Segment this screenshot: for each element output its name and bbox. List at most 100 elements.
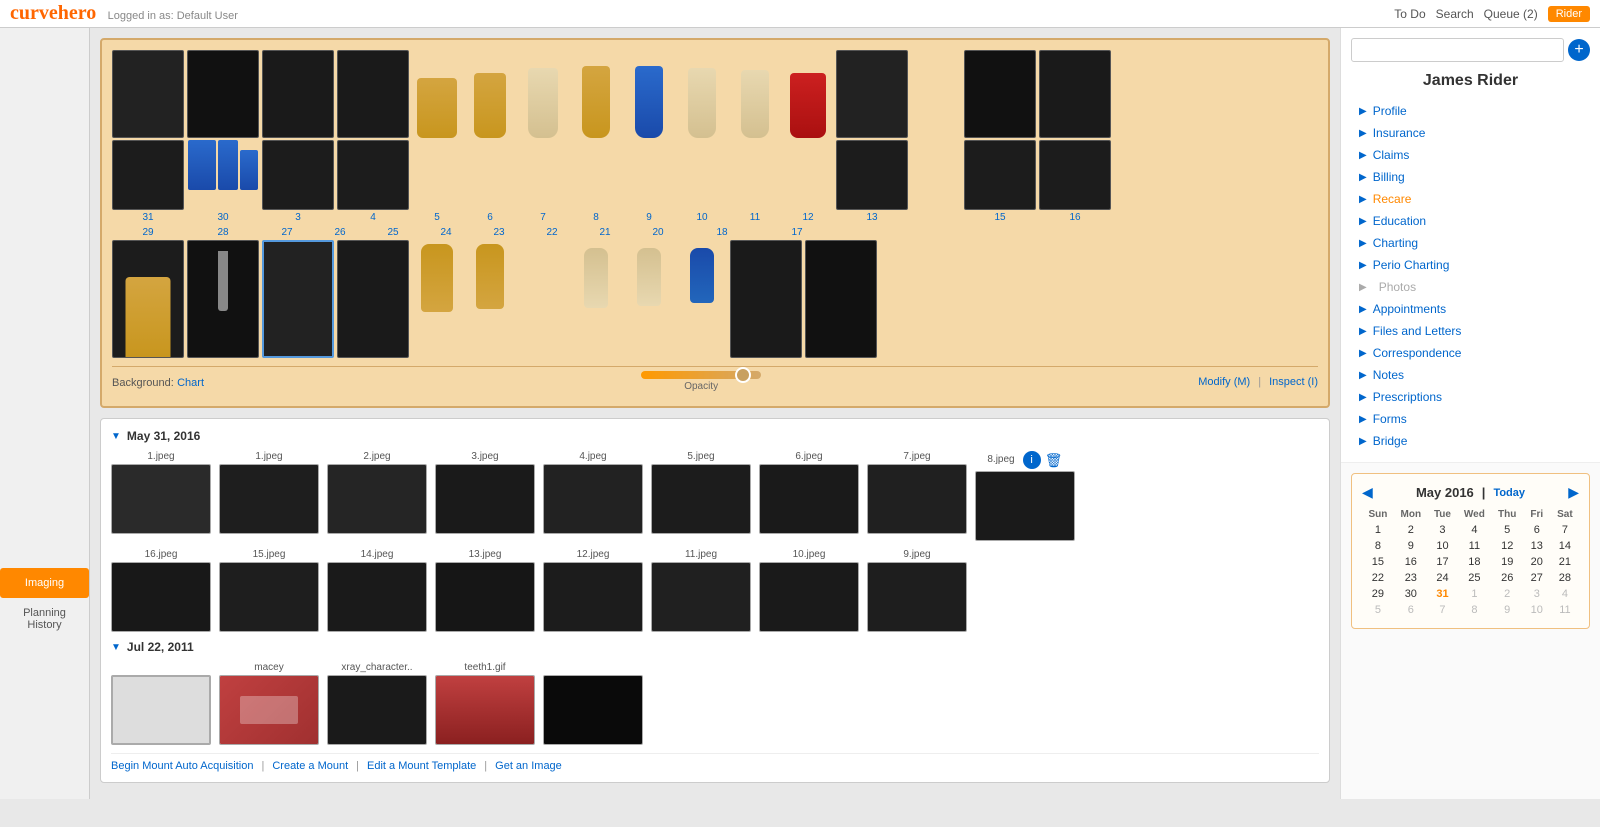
edit-mount-template-link[interactable]: Edit a Mount Template — [367, 760, 476, 772]
calendar-day[interactable]: 5 — [1362, 602, 1394, 618]
calendar-day[interactable]: 3 — [1428, 522, 1457, 538]
calendar-day[interactable]: 3 — [1523, 586, 1551, 602]
calendar-day[interactable]: 20 — [1523, 554, 1551, 570]
calendar-day[interactable]: 8 — [1362, 538, 1394, 554]
gallery-thumb[interactable] — [435, 562, 535, 632]
xray-bottom-3[interactable] — [262, 240, 334, 358]
calendar-day[interactable]: 1 — [1457, 586, 1492, 602]
gallery-thumb[interactable] — [435, 675, 535, 745]
recare-link[interactable]: Recare — [1373, 192, 1412, 206]
charting-link[interactable]: Charting — [1373, 236, 1418, 250]
xray-bottom-r2[interactable] — [805, 240, 877, 358]
xray-cell-lower-r2[interactable] — [964, 140, 1036, 210]
background-value[interactable]: Chart — [177, 377, 204, 389]
calendar-day[interactable]: 10 — [1523, 602, 1551, 618]
nav-perio-charting[interactable]: ▶Perio Charting — [1351, 254, 1590, 276]
collapse-triangle-may2016[interactable]: ▼ — [111, 431, 121, 442]
calendar-day[interactable]: 22 — [1362, 570, 1394, 586]
nav-files-letters[interactable]: ▶Files and Letters — [1351, 320, 1590, 342]
gallery-thumb[interactable] — [759, 464, 859, 534]
xray-cell-16[interactable] — [1039, 50, 1111, 138]
gallery-thumb[interactable] — [219, 562, 319, 632]
nav-bridge[interactable]: ▶Bridge — [1351, 430, 1590, 452]
search-link[interactable]: Search — [1436, 7, 1474, 21]
gallery-thumb[interactable] — [327, 675, 427, 745]
calendar-day[interactable]: 1 — [1362, 522, 1394, 538]
gallery-thumb[interactable] — [111, 675, 211, 745]
prescriptions-link[interactable]: Prescriptions — [1373, 390, 1442, 404]
imaging-tab[interactable]: Imaging — [0, 568, 89, 598]
info-icon[interactable]: i — [1023, 451, 1041, 469]
gallery-thumb[interactable] — [219, 675, 319, 745]
gallery-thumb[interactable] — [759, 562, 859, 632]
claims-link[interactable]: Claims — [1373, 148, 1410, 162]
calendar-day[interactable]: 4 — [1457, 522, 1492, 538]
nav-charting[interactable]: ▶Charting — [1351, 232, 1590, 254]
calendar-day[interactable]: 28 — [1551, 570, 1579, 586]
inspect-button[interactable]: Inspect (I) — [1269, 376, 1318, 388]
search-input[interactable] — [1351, 38, 1564, 62]
calendar-day[interactable]: 11 — [1457, 538, 1492, 554]
nav-prescriptions[interactable]: ▶Prescriptions — [1351, 386, 1590, 408]
calendar-day[interactable]: 15 — [1362, 554, 1394, 570]
gallery-thumb[interactable] — [219, 464, 319, 534]
calendar-day[interactable]: 16 — [1394, 554, 1428, 570]
xray-cell-lower-r1[interactable] — [836, 140, 908, 210]
gallery-thumb[interactable] — [111, 562, 211, 632]
gallery-thumb[interactable] — [651, 562, 751, 632]
begin-mount-link[interactable]: Begin Mount Auto Acquisition — [111, 760, 253, 772]
xray-bottom-1[interactable] — [112, 240, 184, 358]
gallery-thumb[interactable] — [543, 562, 643, 632]
insurance-link[interactable]: Insurance — [1373, 126, 1426, 140]
calendar-day[interactable]: 12 — [1492, 538, 1523, 554]
modify-button[interactable]: Modify (M) — [1198, 376, 1250, 388]
calendar-day[interactable]: 29 — [1362, 586, 1394, 602]
calendar-day[interactable]: 13 — [1523, 538, 1551, 554]
xray-cell-lower-4[interactable] — [337, 140, 409, 210]
xray-cell-4[interactable] — [337, 50, 409, 138]
profile-link[interactable]: Profile — [1373, 104, 1407, 118]
calendar-day[interactable]: 23 — [1394, 570, 1428, 586]
xray-cell-lower-3[interactable] — [262, 140, 334, 210]
gallery-thumb[interactable] — [867, 562, 967, 632]
nav-education[interactable]: ▶Education — [1351, 210, 1590, 232]
calendar-day[interactable]: 21 — [1551, 554, 1579, 570]
calendar-day[interactable]: 25 — [1457, 570, 1492, 586]
calendar-day[interactable]: 24 — [1428, 570, 1457, 586]
calendar-day[interactable]: 7 — [1428, 602, 1457, 618]
opacity-slider[interactable] — [641, 371, 761, 379]
xray-cell-3[interactable] — [262, 50, 334, 138]
calendar-day[interactable]: 17 — [1428, 554, 1457, 570]
planning-history-tab[interactable]: Planning History — [0, 598, 89, 640]
nav-billing[interactable]: ▶Billing — [1351, 166, 1590, 188]
correspondence-link[interactable]: Correspondence — [1373, 346, 1462, 360]
nav-appointments[interactable]: ▶Appointments — [1351, 298, 1590, 320]
nav-profile[interactable]: ▶Profile — [1351, 100, 1590, 122]
calendar-day[interactable]: 2 — [1394, 522, 1428, 538]
gallery-thumb[interactable] — [543, 675, 643, 745]
appointments-link[interactable]: Appointments — [1373, 302, 1446, 316]
calendar-day[interactable]: 6 — [1394, 602, 1428, 618]
xray-cell-1[interactable] — [112, 50, 184, 138]
calendar-day[interactable]: 11 — [1551, 602, 1579, 618]
todo-link[interactable]: To Do — [1394, 7, 1425, 21]
calendar-day[interactable]: 7 — [1551, 522, 1579, 538]
calendar-day[interactable]: 2 — [1492, 586, 1523, 602]
calendar-day[interactable]: 5 — [1492, 522, 1523, 538]
today-link[interactable]: Today — [1493, 487, 1525, 499]
nav-claims[interactable]: ▶Claims — [1351, 144, 1590, 166]
active-user-badge[interactable]: Rider — [1548, 6, 1590, 22]
bridge-link[interactable]: Bridge — [1373, 434, 1408, 448]
add-button[interactable]: + — [1568, 39, 1590, 61]
calendar-day[interactable]: 30 — [1394, 586, 1428, 602]
xray-bottom-4[interactable] — [337, 240, 409, 358]
xray-cell-13[interactable] — [836, 50, 908, 138]
calendar-day[interactable]: 9 — [1492, 602, 1523, 618]
perio-charting-link[interactable]: Perio Charting — [1373, 258, 1450, 272]
nav-recare[interactable]: ▶Recare — [1351, 188, 1590, 210]
billing-link[interactable]: Billing — [1373, 170, 1405, 184]
calendar-day[interactable]: 27 — [1523, 570, 1551, 586]
files-letters-link[interactable]: Files and Letters — [1373, 324, 1462, 338]
xray-bottom-2[interactable] — [187, 240, 259, 358]
gallery-thumb[interactable] — [651, 464, 751, 534]
